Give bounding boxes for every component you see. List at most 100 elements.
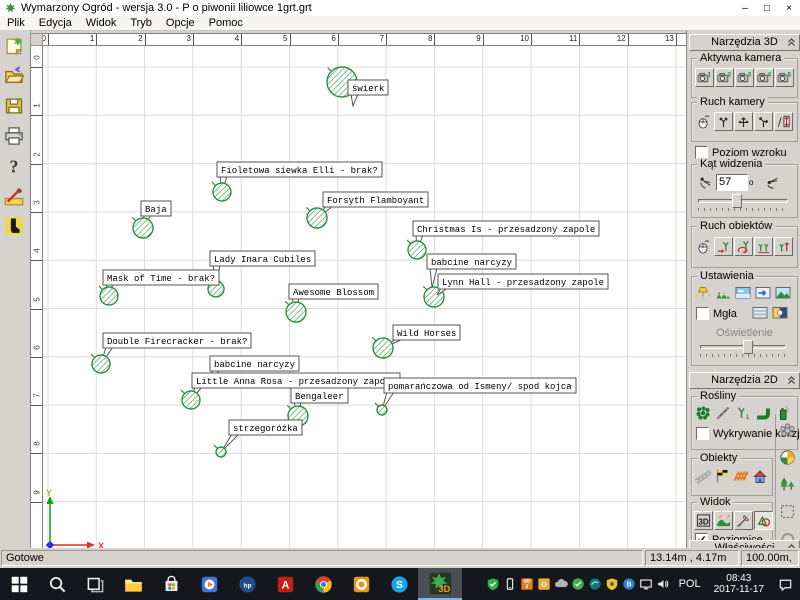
view-angle-slider[interactable]	[698, 193, 788, 207]
walk-boot-button[interactable]	[1, 213, 27, 239]
taskbar-ms-store[interactable]	[152, 568, 190, 600]
action-center-button[interactable]	[770, 568, 800, 600]
tray-chat-check[interactable]	[570, 568, 587, 600]
img-arrow-button[interactable]	[755, 285, 771, 304]
house-button[interactable]	[752, 468, 768, 487]
tray-volume[interactable]	[655, 568, 672, 600]
camera-4-button[interactable]: 4	[755, 68, 774, 87]
menu-item-widok[interactable]: Widok	[79, 17, 124, 29]
plant-marker[interactable]	[100, 287, 118, 305]
plant-marker[interactable]	[92, 355, 110, 373]
language-indicator[interactable]: POL	[672, 568, 708, 600]
img-fog-button[interactable]	[752, 305, 768, 324]
print-button[interactable]	[1, 123, 27, 149]
cam-move-3-button[interactable]	[754, 112, 773, 131]
eye-level-low-icon	[698, 175, 713, 190]
view-terrain-button[interactable]	[714, 511, 733, 530]
oswietlenie-slider[interactable]	[700, 339, 786, 353]
plant-marker[interactable]	[133, 218, 153, 238]
taskbar-clock[interactable]: 08:432017-11-17	[708, 568, 770, 600]
taskbar-file-explorer[interactable]	[114, 568, 152, 600]
tray-network-display[interactable]	[638, 568, 655, 600]
menu-item-edycja[interactable]: Edycja	[32, 17, 79, 29]
design-brush-button[interactable]	[1, 183, 27, 209]
taskbar-hp[interactable]: hp	[228, 568, 266, 600]
menu-item-plik[interactable]: Plik	[0, 17, 32, 29]
tray-shield-yellow[interactable]	[604, 568, 621, 600]
taskbar-outlook[interactable]	[342, 568, 380, 600]
view-angle-input[interactable]: 57	[716, 174, 748, 191]
open-folder-button[interactable]	[1, 63, 27, 89]
taskbar-chrome[interactable]	[304, 568, 342, 600]
camera-2-button[interactable]: 2	[715, 68, 734, 87]
fence-button[interactable]	[733, 468, 749, 487]
maximize-button[interactable]: □	[756, 1, 778, 16]
new-note-button[interactable]	[1, 33, 27, 59]
panel-header-narzedzia-2d[interactable]: Narzędzia 2D	[689, 372, 800, 389]
plant-marker[interactable]	[408, 241, 426, 259]
plant-marker[interactable]	[377, 405, 387, 415]
taskbar-garden-app[interactable]: 3D	[418, 568, 462, 600]
menu-item-pomoc[interactable]: Pomoc	[202, 17, 250, 29]
camera-1-button[interactable]: 1	[695, 68, 714, 87]
garden-plan-canvas[interactable]: świerkFioletowa siewka Elli - brak?BajaF…	[43, 46, 686, 548]
camera-3-button[interactable]: 3	[735, 68, 754, 87]
tray-office-o[interactable]: O	[536, 568, 553, 600]
obj-raise-button[interactable]	[774, 237, 793, 256]
help-button[interactable]: ?	[1, 153, 27, 179]
img-daynight-button[interactable]	[772, 305, 788, 324]
obj-multi-button[interactable]	[754, 237, 773, 256]
obj-move-button[interactable]	[714, 237, 733, 256]
view-3d-button[interactable]: 3D	[694, 511, 713, 530]
menu-item-tryb[interactable]: Tryb	[123, 17, 159, 29]
mgla-checkbox[interactable]: Mgła	[696, 307, 737, 320]
minimize-button[interactable]: –	[734, 1, 756, 16]
road-button[interactable]	[695, 468, 711, 487]
plants-small-button[interactable]	[715, 285, 731, 304]
save-disk-button[interactable]	[1, 93, 27, 119]
wheel-gear-button[interactable]	[779, 422, 796, 442]
camera-5-button[interactable]: 5	[775, 68, 794, 87]
flag-button[interactable]	[714, 468, 730, 487]
tray-hotspot[interactable]	[519, 568, 536, 600]
taskbar-search[interactable]	[38, 568, 76, 600]
panel-header-narzedzia-3d[interactable]: Narzędzia 3D	[689, 34, 800, 51]
color-wheel-button[interactable]	[779, 449, 796, 469]
close-button[interactable]: ×	[778, 1, 800, 16]
plant-marker[interactable]	[373, 338, 393, 358]
ruler-tick	[483, 34, 484, 45]
panel-header-wlasciwosci[interactable]: Właściwości	[689, 540, 800, 548]
plant-marker[interactable]	[213, 183, 231, 201]
view-shapes-button[interactable]	[754, 511, 773, 530]
cam-elevator-button[interactable]	[774, 112, 793, 131]
trees-button[interactable]	[779, 476, 796, 496]
tray-b-app[interactable]: B	[621, 568, 638, 600]
taskbar-skype[interactable]: S	[380, 568, 418, 600]
plant-cluster-button[interactable]	[695, 405, 711, 424]
lamp-button[interactable]	[695, 285, 711, 304]
selection-rect-button[interactable]	[779, 503, 796, 523]
menu-item-opcje[interactable]: Opcje	[159, 17, 202, 29]
ruler-tick	[386, 34, 387, 45]
img-sky-button[interactable]	[735, 285, 751, 304]
plant-marker[interactable]	[286, 302, 306, 322]
cam-move-2-button[interactable]	[734, 112, 753, 131]
taskbar-win-start[interactable]	[0, 568, 38, 600]
taskbar-task-view[interactable]	[76, 568, 114, 600]
taskbar-acrobat[interactable]: A	[266, 568, 304, 600]
tray-phone[interactable]	[502, 568, 519, 600]
plant-marker[interactable]	[216, 447, 226, 457]
tray-onedrive-cloud[interactable]	[553, 568, 570, 600]
view-rake-button[interactable]	[734, 511, 753, 530]
taskbar-movies-tv[interactable]	[190, 568, 228, 600]
tray-defender-shield[interactable]	[485, 568, 502, 600]
plant-marker[interactable]	[182, 391, 200, 409]
plant-hedge-button[interactable]	[755, 405, 771, 424]
obj-rotate-button[interactable]	[734, 237, 753, 256]
plant-marker[interactable]	[307, 208, 327, 228]
plant-row-button[interactable]	[715, 405, 731, 424]
cam-move-1-button[interactable]	[714, 112, 733, 131]
plant-single-button[interactable]: 1	[735, 405, 751, 424]
img-landscape-button[interactable]	[775, 285, 791, 304]
tray-circle-app[interactable]	[587, 568, 604, 600]
